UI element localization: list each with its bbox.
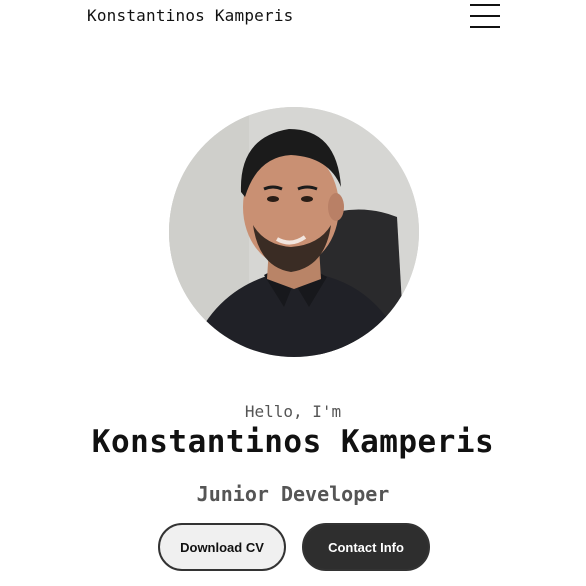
hero-role: Junior Developer xyxy=(196,482,390,506)
hamburger-menu-icon[interactable] xyxy=(470,2,500,28)
site-logo[interactable]: Konstantinos Kamperis xyxy=(87,6,294,25)
greeting-text: Hello, I'm xyxy=(244,402,342,421)
menu-line xyxy=(470,4,500,6)
profile-photo xyxy=(169,107,419,357)
hero-name: Konstantinos Kamperis xyxy=(91,424,495,460)
menu-line xyxy=(470,15,500,17)
contact-info-button[interactable]: Contact Info xyxy=(302,523,430,571)
download-cv-button[interactable]: Download CV xyxy=(158,523,286,571)
menu-line xyxy=(470,26,500,28)
